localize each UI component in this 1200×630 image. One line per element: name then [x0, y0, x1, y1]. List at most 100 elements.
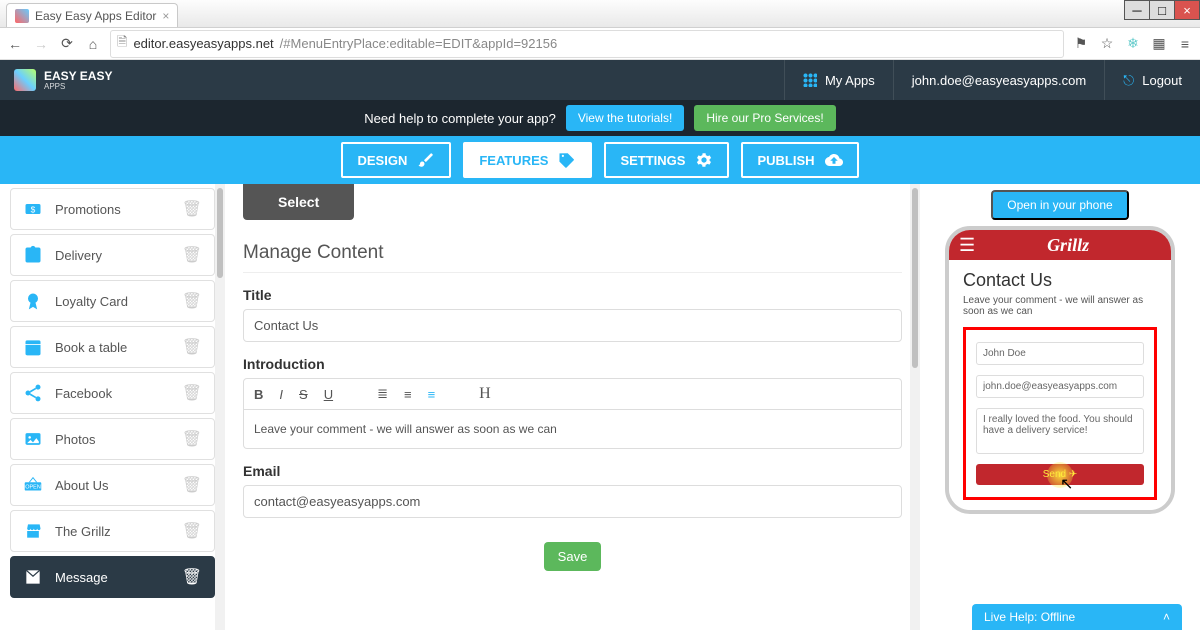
email-input[interactable] — [243, 485, 902, 518]
save-button[interactable]: Save — [544, 542, 602, 571]
align-icon[interactable]: ≡ — [428, 387, 436, 402]
sidebar-item-photos[interactable]: Photos🗑 — [10, 418, 215, 460]
strike-icon[interactable]: S — [299, 387, 308, 402]
logout-link[interactable]: ⎋ Logout — [1104, 60, 1200, 100]
select-button[interactable]: Select — [243, 184, 354, 220]
trash-icon[interactable]: 🗑 — [172, 521, 212, 541]
svg-text:$: $ — [31, 204, 36, 214]
trash-icon[interactable]: 🗑 — [172, 199, 212, 219]
open-phone-button[interactable]: Open in your phone — [991, 190, 1128, 220]
trash-icon[interactable]: 🗑 — [172, 291, 212, 311]
my-apps-link[interactable]: My Apps — [784, 60, 893, 100]
logout-icon: ⎋ — [1123, 72, 1134, 89]
address-bar[interactable]: 🗎 editor.easyeasyapps.net/#MenuEntryPlac… — [110, 30, 1064, 58]
trash-icon[interactable]: 🗑 — [172, 383, 212, 403]
preview-title: Contact Us — [963, 270, 1157, 291]
main-panel: Select Manage Content Title Introduction… — [225, 184, 920, 630]
sidebar-scrollbar[interactable] — [215, 184, 225, 630]
close-window-button[interactable]: × — [1174, 0, 1200, 20]
phone-preview: ☰ Grillz Contact Us Leave your comment -… — [945, 226, 1175, 514]
maximize-button[interactable]: □ — [1149, 0, 1175, 20]
ol-icon[interactable]: ≡ — [404, 387, 412, 402]
image-icon — [19, 429, 47, 449]
help-prompt: Need help to complete your app? — [364, 111, 556, 126]
close-tab-icon[interactable]: × — [162, 9, 169, 23]
sidebar-item-promotions[interactable]: $Promotions🗑 — [10, 188, 215, 230]
italic-icon[interactable]: I — [279, 387, 283, 402]
intro-editor[interactable]: Leave your comment - we will answer as s… — [243, 410, 902, 449]
trash-icon[interactable]: 🗑 — [172, 475, 212, 495]
preview-name-input[interactable] — [976, 342, 1144, 365]
favicon-icon — [15, 9, 29, 23]
calendar-icon — [19, 337, 47, 357]
sidebar: $Promotions🗑 Delivery🗑 Loyalty Card🗑 Boo… — [0, 184, 225, 630]
email-label: Email — [243, 463, 902, 479]
main-scrollbar[interactable] — [910, 184, 920, 630]
cursor-icon: ↖ — [1060, 474, 1073, 494]
star-icon[interactable]: ☆ — [1098, 35, 1116, 53]
pro-services-button[interactable]: Hire our Pro Services! — [694, 105, 835, 131]
content-area: $Promotions🗑 Delivery🗑 Loyalty Card🗑 Boo… — [0, 184, 1200, 630]
url-host: editor.easyeasyapps.net — [133, 36, 273, 51]
logo[interactable]: EASY EASY APPS — [0, 69, 126, 91]
ext1-icon[interactable]: ❄ — [1124, 35, 1142, 53]
preview-header: ☰ Grillz — [949, 230, 1171, 260]
share-icon — [19, 383, 47, 403]
brand-name: EASY EASY — [44, 70, 112, 82]
page-heading: Manage Content — [243, 242, 902, 273]
hamburger-icon[interactable]: ☰ — [959, 235, 975, 256]
heading-icon[interactable]: H — [479, 385, 491, 403]
window-titlebar: Easy Easy Apps Editor × ─ □ × — [0, 0, 1200, 28]
forward-icon[interactable]: → — [32, 35, 50, 53]
chevron-up-icon: ˄ — [1163, 610, 1170, 624]
badge-icon — [19, 291, 47, 311]
home-icon[interactable]: ⌂ — [84, 35, 102, 53]
preview-email-input[interactable] — [976, 375, 1144, 398]
trash-icon[interactable]: 🗑 — [172, 337, 212, 357]
minimize-button[interactable]: ─ — [1124, 0, 1150, 20]
trash-icon[interactable]: 🗑 — [172, 429, 212, 449]
browser-tab[interactable]: Easy Easy Apps Editor × — [6, 3, 178, 27]
apps-icon — [803, 73, 817, 87]
menu-icon[interactable]: ≡ — [1176, 35, 1194, 53]
main-nav: DESIGN FEATURES SETTINGS PUBLISH — [0, 136, 1200, 184]
preview-send-button[interactable]: Send ✈ ↖ — [976, 464, 1144, 485]
brand-sub: APPS — [44, 82, 112, 91]
readlater-icon[interactable]: ⚑ — [1072, 35, 1090, 53]
sidebar-item-loyalty[interactable]: Loyalty Card🗑 — [10, 280, 215, 322]
ul-icon[interactable]: ≣ — [377, 386, 388, 402]
back-icon[interactable]: ← — [6, 35, 24, 53]
title-label: Title — [243, 287, 902, 303]
cloud-upload-icon — [825, 151, 843, 169]
nav-settings[interactable]: SETTINGS — [604, 142, 729, 178]
sidebar-item-book[interactable]: Book a table🗑 — [10, 326, 215, 368]
sidebar-item-delivery[interactable]: Delivery🗑 — [10, 234, 215, 276]
bold-icon[interactable]: B — [254, 387, 263, 402]
trash-icon[interactable]: 🗑 — [172, 245, 212, 265]
underline-icon[interactable]: U — [324, 387, 333, 402]
title-input[interactable] — [243, 309, 902, 342]
nav-publish[interactable]: PUBLISH — [741, 142, 858, 178]
preview-message-input[interactable]: I really loved the food. You should have… — [976, 408, 1144, 454]
logo-icon — [14, 69, 36, 91]
sidebar-item-message[interactable]: Message🗑 — [10, 556, 215, 598]
preview-app-name: Grillz — [975, 235, 1161, 256]
ext2-icon[interactable]: ▦ — [1150, 35, 1168, 53]
rte-toolbar: B I S U ≣ ≡ ≡ H — [243, 378, 902, 410]
trash-icon[interactable]: 🗑 — [172, 567, 212, 587]
url-path: /#MenuEntryPlace:editable=EDIT&appId=921… — [280, 36, 558, 51]
preview-sub: Leave your comment - we will answer as s… — [963, 295, 1157, 317]
sidebar-item-grillz[interactable]: The Grillz🗑 — [10, 510, 215, 552]
nav-design[interactable]: DESIGN — [341, 142, 451, 178]
nav-features[interactable]: FEATURES — [463, 142, 592, 178]
sidebar-item-facebook[interactable]: Facebook🗑 — [10, 372, 215, 414]
svg-text:OPEN: OPEN — [25, 485, 41, 491]
tab-title: Easy Easy Apps Editor — [35, 9, 156, 23]
tutorials-button[interactable]: View the tutorials! — [566, 105, 685, 131]
sidebar-item-about[interactable]: OPENAbout Us🗑 — [10, 464, 215, 506]
mail-icon — [19, 567, 47, 587]
user-email[interactable]: john.doe@easyeasyapps.com — [893, 60, 1104, 100]
store-icon — [19, 521, 47, 541]
reload-icon[interactable]: ⟳ — [58, 35, 76, 53]
live-help-widget[interactable]: Live Help: Offline ˄ — [972, 604, 1182, 630]
